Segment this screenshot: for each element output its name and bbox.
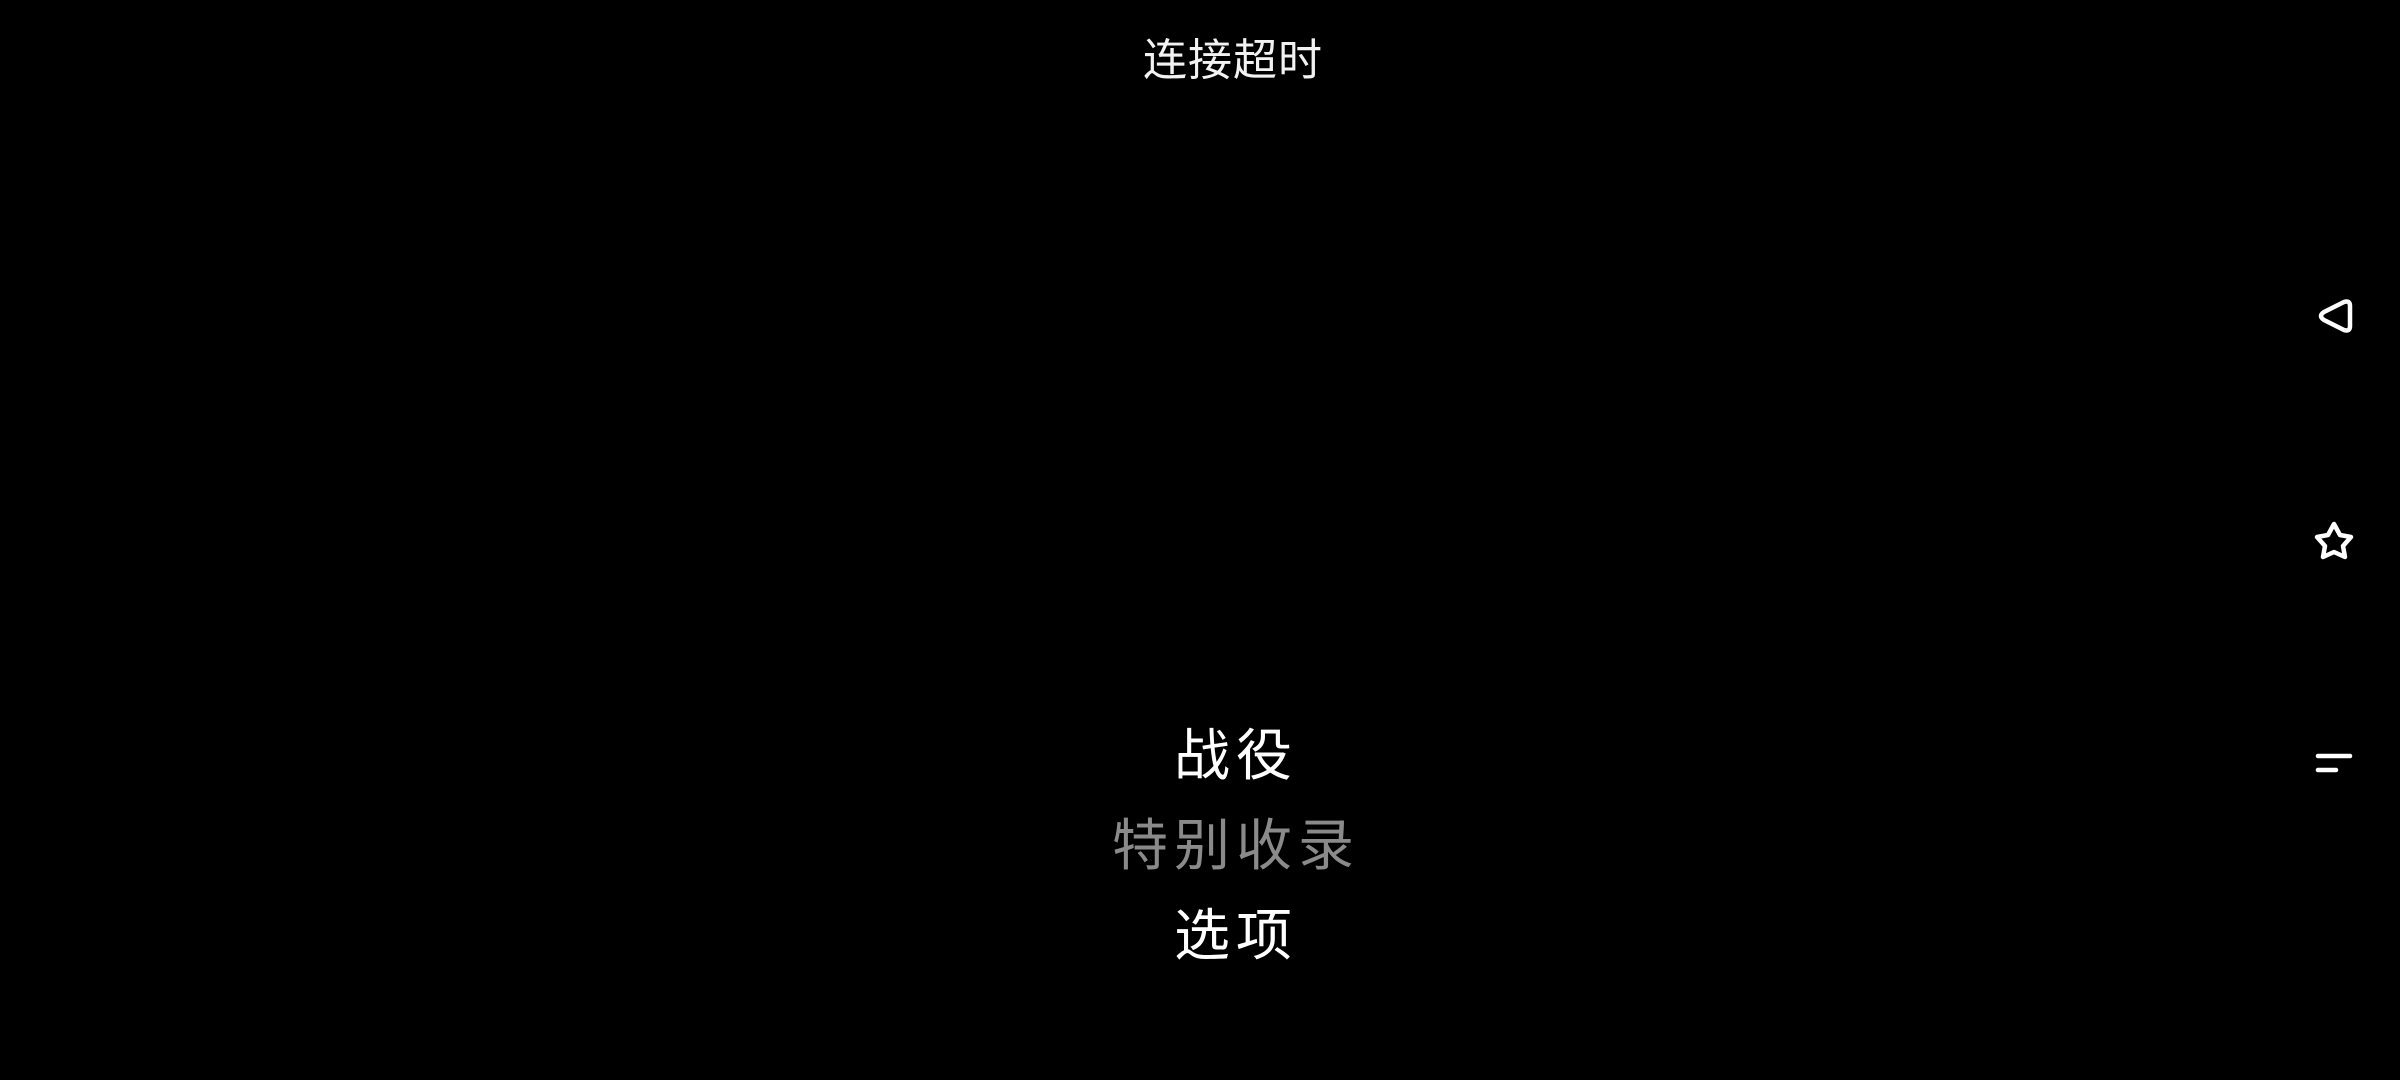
menu-item-campaign[interactable]: 战役 (1174, 712, 1298, 802)
home-icon (2314, 521, 2354, 560)
recents-icon (2315, 753, 2353, 773)
menu-item-options[interactable]: 选项 (1174, 892, 1298, 982)
back-icon (2318, 299, 2353, 333)
navigation-bar (2304, 0, 2364, 1080)
nav-back-button[interactable] (2304, 286, 2364, 346)
nav-recents-button[interactable] (2304, 733, 2364, 793)
nav-home-button[interactable] (2304, 511, 2364, 571)
main-menu: 战役 特别收录 选项 (0, 712, 2400, 982)
menu-item-special-collection[interactable]: 特别收录 (1112, 802, 1360, 892)
status-message: 连接超时 (1143, 35, 1323, 86)
